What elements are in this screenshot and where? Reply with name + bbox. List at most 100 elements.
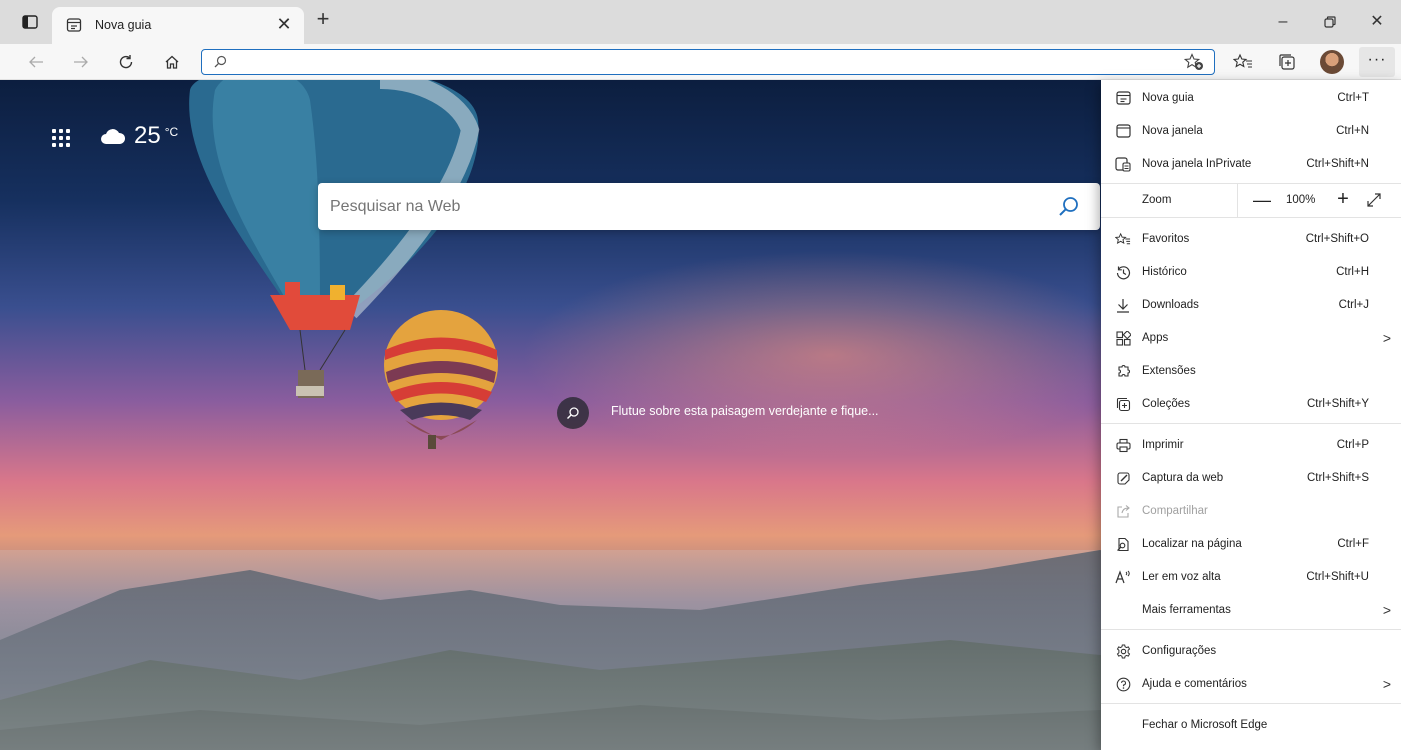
history-icon xyxy=(1115,264,1131,280)
menu-item-historico[interactable]: Histórico Ctrl+H xyxy=(1101,256,1401,289)
web-capture-icon xyxy=(1115,470,1131,486)
menu-shortcut: Ctrl+P xyxy=(1336,439,1369,451)
menu-label: Mais ferramentas xyxy=(1142,604,1231,616)
back-icon[interactable] xyxy=(22,48,50,76)
menu-item-localizar-na-pagina[interactable]: Localizar na página Ctrl+F xyxy=(1101,528,1401,561)
menu-item-nova-janela-inprivate[interactable]: Nova janela InPrivate Ctrl+Shift+N xyxy=(1101,148,1401,181)
title-bar: Nova guia ✕ + – ✕ xyxy=(0,0,1401,44)
refresh-icon[interactable] xyxy=(112,48,140,76)
new-window-icon xyxy=(1115,123,1131,139)
zoom-out-button[interactable]: — xyxy=(1252,190,1272,210)
address-bar[interactable] xyxy=(201,49,1215,75)
menu-item-ler-em-voz-alta[interactable]: Ler em voz alta Ctrl+Shift+U xyxy=(1101,561,1401,594)
menu-shortcut: Ctrl+J xyxy=(1338,299,1369,311)
menu-item-captura-da-web[interactable]: Captura da web Ctrl+Shift+S xyxy=(1101,462,1401,495)
menu-label: Ajuda e comentários xyxy=(1142,678,1247,690)
menu-item-mais-ferramentas[interactable]: Mais ferramentas > xyxy=(1101,594,1401,627)
menu-label: Extensões xyxy=(1142,365,1196,377)
zoom-in-button[interactable]: + xyxy=(1333,189,1353,209)
menu-label: Nova guia xyxy=(1142,92,1194,104)
zoom-level: 100% xyxy=(1286,194,1316,206)
menu-item-apps[interactable]: Apps > xyxy=(1101,322,1401,355)
menu-label: Ler em voz alta xyxy=(1142,571,1221,583)
collections-icon xyxy=(1115,396,1131,412)
menu-shortcut: Ctrl+F xyxy=(1337,538,1369,550)
menu-label: Localizar na página xyxy=(1142,538,1242,550)
image-info-search-icon[interactable] xyxy=(557,397,589,429)
minimize-icon[interactable]: – xyxy=(1263,8,1303,36)
chevron-right-icon: > xyxy=(1382,602,1391,618)
hot-air-balloon-small xyxy=(384,310,498,449)
menu-item-ajuda-e-comentarios[interactable]: Ajuda e comentários > xyxy=(1101,668,1401,701)
menu-item-extensoes[interactable]: Extensões xyxy=(1101,355,1401,388)
menu-item-nova-janela[interactable]: Nova janela Ctrl+N xyxy=(1101,115,1401,148)
menu-separator xyxy=(1101,423,1401,424)
new-tab-button[interactable]: + xyxy=(312,8,334,31)
search-icon xyxy=(214,55,227,73)
new-tab-icon xyxy=(1115,90,1131,106)
apps-icon xyxy=(1115,330,1131,346)
menu-label: Nova janela InPrivate xyxy=(1142,158,1252,170)
menu-separator xyxy=(1101,217,1401,218)
menu-item-fechar-microsoft-edge[interactable]: Fechar o Microsoft Edge xyxy=(1101,709,1401,742)
menu-item-compartilhar: Compartilhar xyxy=(1101,495,1401,528)
menu-item-imprimir[interactable]: Imprimir Ctrl+P xyxy=(1101,429,1401,462)
address-input[interactable] xyxy=(236,53,1136,71)
menu-shortcut: Ctrl+Shift+S xyxy=(1307,472,1369,484)
menu-shortcut: Ctrl+T xyxy=(1337,92,1369,104)
download-icon xyxy=(1115,297,1131,313)
inprivate-icon xyxy=(1115,156,1131,172)
help-icon xyxy=(1115,676,1131,692)
zoom-label: Zoom xyxy=(1142,194,1172,206)
menu-label: Favoritos xyxy=(1142,233,1190,245)
menu-shortcut: Ctrl+H xyxy=(1336,266,1369,278)
restore-icon[interactable] xyxy=(1310,8,1350,36)
image-caption[interactable]: Flutue sobre esta paisagem verdejante e … xyxy=(611,403,881,420)
menu-item-nova-guia[interactable]: Nova guia Ctrl+T xyxy=(1101,82,1401,115)
find-icon xyxy=(1115,536,1131,552)
extensions-icon xyxy=(1115,363,1131,379)
chevron-right-icon: > xyxy=(1382,676,1391,692)
share-icon xyxy=(1115,503,1131,519)
tab-actions-icon[interactable] xyxy=(22,15,38,29)
temperature-value: 25 xyxy=(134,122,161,149)
forward-icon[interactable] xyxy=(67,48,95,76)
weather-widget[interactable]: 25 °C xyxy=(100,122,178,151)
menu-shortcut: Ctrl+Shift+Y xyxy=(1307,398,1369,410)
tab-title: Nova guia xyxy=(95,18,152,32)
web-search-input[interactable] xyxy=(330,196,1030,218)
menu-label: Downloads xyxy=(1142,299,1199,311)
menu-item-colecoes[interactable]: Coleções Ctrl+Shift+Y xyxy=(1101,388,1401,421)
close-window-icon[interactable]: ✕ xyxy=(1357,8,1397,36)
profile-avatar[interactable] xyxy=(1320,50,1344,74)
new-tab-page-icon xyxy=(66,17,82,38)
settings-and-more-button[interactable]: ··· xyxy=(1359,47,1395,77)
menu-item-downloads[interactable]: Downloads Ctrl+J xyxy=(1101,289,1401,322)
menu-separator xyxy=(1101,629,1401,630)
menu-shortcut: Ctrl+Shift+O xyxy=(1305,233,1369,245)
menu-label: Configurações xyxy=(1142,645,1217,657)
menu-shortcut: Ctrl+Shift+U xyxy=(1306,571,1369,583)
add-favorite-icon[interactable] xyxy=(1183,53,1204,76)
favorites-icon[interactable] xyxy=(1229,48,1257,76)
fullscreen-icon[interactable] xyxy=(1366,192,1382,211)
search-icon[interactable] xyxy=(1058,195,1080,222)
menu-label: Imprimir xyxy=(1142,439,1184,451)
zoom-row: Zoom — 100% + xyxy=(1101,184,1401,217)
menu-label: Fechar o Microsoft Edge xyxy=(1142,719,1268,731)
collections-icon[interactable] xyxy=(1273,48,1301,76)
browser-toolbar: ··· xyxy=(0,44,1401,80)
menu-label: Histórico xyxy=(1142,266,1187,278)
menu-separator xyxy=(1101,703,1401,704)
cloud-icon xyxy=(100,122,126,151)
menu-item-favoritos[interactable]: Favoritos Ctrl+Shift+O xyxy=(1101,223,1401,256)
tab-nova-guia[interactable]: Nova guia ✕ xyxy=(52,7,304,44)
web-search-box[interactable] xyxy=(318,183,1100,230)
close-tab-icon[interactable]: ✕ xyxy=(274,14,294,34)
read-aloud-icon xyxy=(1115,569,1131,585)
settings-icon xyxy=(1115,643,1131,659)
home-icon[interactable] xyxy=(158,48,186,76)
app-launcher-icon[interactable] xyxy=(52,129,70,147)
menu-label: Coleções xyxy=(1142,398,1190,410)
menu-item-configuracoes[interactable]: Configurações xyxy=(1101,635,1401,668)
